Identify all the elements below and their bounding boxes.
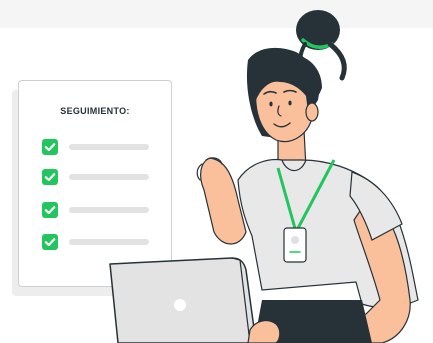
woman-with-laptop-icon — [109, 10, 419, 343]
illustration-stage: SEGUIMIENTO: — [0, 0, 433, 343]
